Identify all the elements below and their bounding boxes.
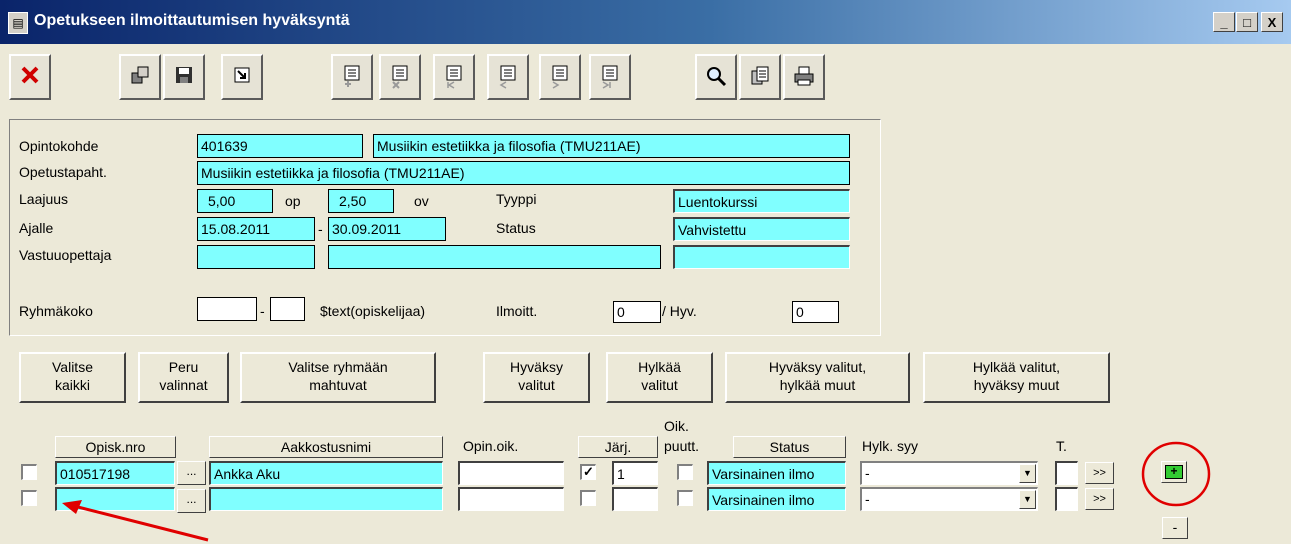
annotation-arrow-head [62, 500, 82, 514]
annotation-overlay [62, 441, 1211, 542]
annotation-arrow-line [69, 503, 209, 542]
annotation-circle [1141, 441, 1211, 507]
